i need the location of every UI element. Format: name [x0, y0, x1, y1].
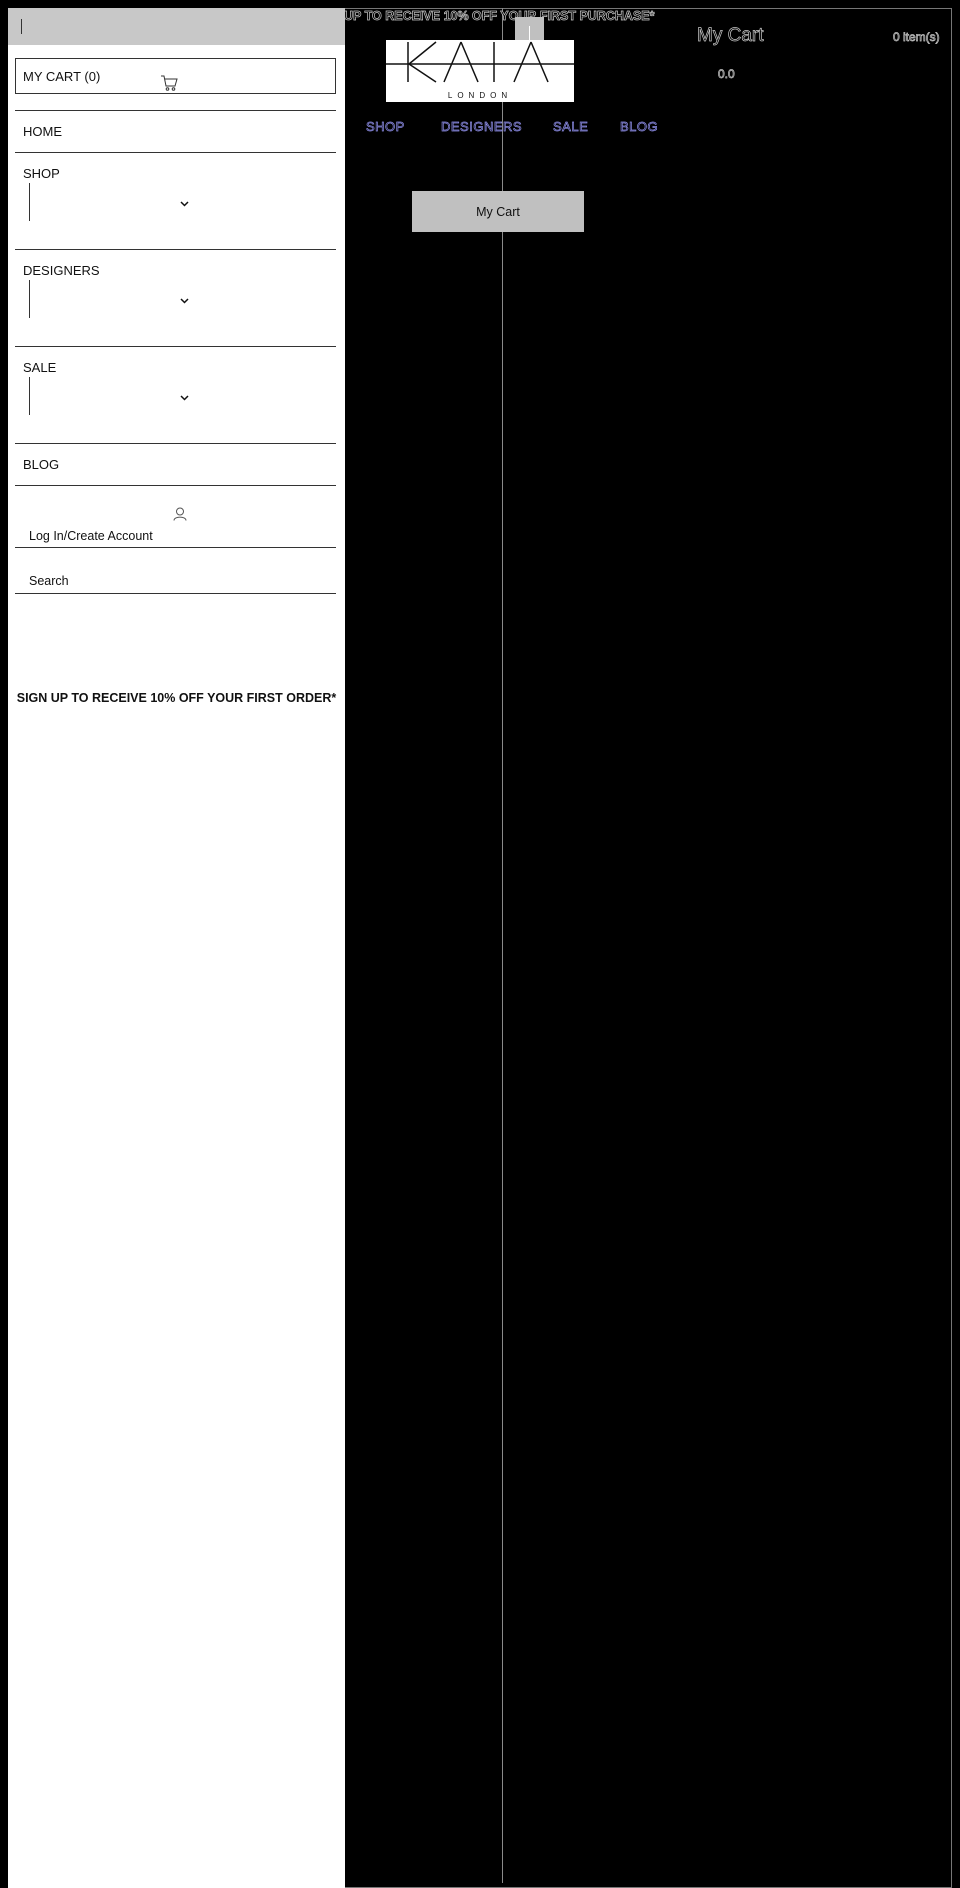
user-icon	[173, 507, 187, 521]
cart-drawer-total: 0.0	[718, 67, 735, 82]
cart-drawer-item-count: 0 item(s)	[893, 30, 940, 45]
drawer-search-label: Search	[29, 574, 69, 588]
cart-drawer-divider	[502, 8, 503, 1883]
drawer-nav-label: BLOG	[23, 457, 60, 472]
drawer-divider	[15, 593, 336, 594]
drawer-nav-label: DESIGNERS	[23, 263, 100, 278]
chevron-down-icon	[180, 395, 189, 401]
drawer-top-bar	[8, 8, 345, 45]
drawer-nav-label: HOME	[23, 124, 62, 139]
main-nav-designers[interactable]: DESIGNERS	[441, 119, 522, 135]
my-cart-button[interactable]: My Cart	[412, 191, 584, 232]
drawer-nav-blog[interactable]: BLOG	[15, 443, 336, 485]
close-icon[interactable]	[21, 19, 22, 34]
main-nav-sale[interactable]: SALE	[553, 119, 588, 135]
drawer-cart-label: MY CART (0)	[23, 69, 101, 84]
drawer-nav-designers-select[interactable]	[29, 280, 30, 318]
main-nav-blog[interactable]: BLOG	[620, 119, 658, 135]
drawer-nav-designers[interactable]: DESIGNERS	[15, 249, 336, 346]
announcement-bar-text: UP TO RECEIVE 10% OFF YOUR FIRST PURCHAS…	[344, 9, 655, 24]
mobile-menu-drawer: MY CART (0) HOME SHOP DESIGNERS SALE BLO…	[8, 8, 345, 1888]
cart-drawer-title: My Cart	[697, 25, 764, 47]
main-nav-shop[interactable]: SHOP	[366, 119, 405, 135]
drawer-nav-label: SHOP	[23, 166, 60, 181]
chevron-down-icon	[180, 201, 189, 207]
drawer-nav-shop[interactable]: SHOP	[15, 152, 336, 249]
cart-icon	[161, 75, 178, 91]
drawer-account-label: Log In/Create Account	[29, 529, 153, 543]
drawer-cart-link[interactable]: MY CART (0)	[15, 58, 336, 94]
drawer-nav-sale[interactable]: SALE	[15, 346, 336, 443]
drawer-nav-shop-select[interactable]	[29, 183, 30, 221]
site-logo[interactable]: LONDON	[386, 40, 574, 102]
close-icon	[529, 26, 530, 40]
drawer-nav-sale-select[interactable]	[29, 377, 30, 415]
chevron-down-icon	[180, 298, 189, 304]
drawer-nav-label: SALE	[23, 360, 57, 375]
drawer-signup-text: SIGN UP TO RECEIVE 10% OFF YOUR FIRST OR…	[16, 691, 337, 705]
logo-subtitle: LONDON	[447, 91, 513, 100]
drawer-nav-home[interactable]: HOME	[15, 110, 336, 152]
